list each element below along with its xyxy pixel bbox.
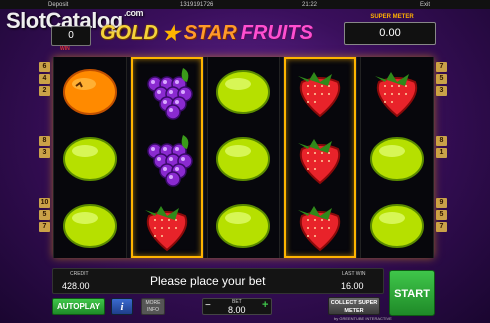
super-meter-label: SUPER METER [370, 14, 414, 20]
payline-marker: 7 [39, 222, 50, 232]
paylines-right: 7 5 3 8 1 9 5 7 [436, 62, 450, 234]
payline-marker: 4 [39, 74, 50, 84]
lime-symbol [208, 57, 280, 124]
bet-value: 8.00 [228, 305, 246, 315]
payline-marker: 2 [39, 86, 50, 96]
payline-marker: 3 [436, 86, 447, 96]
payline-marker: 7 [436, 222, 447, 232]
super-meter-value: 0.00 [344, 22, 436, 45]
info-button[interactable]: i [111, 298, 133, 315]
exit-link[interactable]: Exit [420, 2, 430, 8]
lime-symbol [361, 191, 433, 258]
orange-symbol [54, 57, 126, 124]
reel [53, 57, 127, 258]
reel [283, 57, 358, 258]
credit-value: 428.00 [62, 281, 90, 291]
grapes-symbol [131, 57, 203, 124]
strawberry-symbol [284, 191, 356, 258]
reel [360, 57, 434, 258]
strawberry-symbol [361, 57, 433, 124]
credit-label: CREDIT [70, 271, 89, 277]
payline-marker: 8 [39, 136, 50, 146]
deposit-link[interactable]: Deposit [48, 2, 68, 8]
more-info-button[interactable]: MORE INFO [141, 298, 165, 315]
bet-decrease-button[interactable]: − [205, 301, 211, 311]
win-display: 0 [51, 26, 91, 46]
lime-symbol [208, 124, 280, 191]
game-logo: GOLD ★ STAR FRUITS [100, 20, 340, 46]
star-icon: ★ [161, 22, 180, 45]
bet-increase-button[interactable]: + [262, 300, 268, 311]
payline-marker: 9 [436, 198, 447, 208]
reel [129, 57, 204, 258]
collect-super-meter-button[interactable]: COLLECT SUPER METER [328, 297, 380, 315]
lime-symbol [208, 191, 280, 258]
status-message: Please place your bet [150, 274, 266, 288]
watermark-suffix: .com [124, 8, 144, 18]
lime-symbol [54, 124, 126, 191]
strawberry-symbol [284, 57, 356, 124]
autoplay-button[interactable]: AUTOPLAY [52, 298, 105, 315]
last-win-value: 16.00 [341, 281, 364, 291]
payline-marker: 5 [436, 74, 447, 84]
brand-credit: by GREENTUBE INTERACTIVE [334, 316, 392, 321]
payline-marker: 5 [436, 210, 447, 220]
lime-symbol [361, 124, 433, 191]
logo-word-star: STAR [183, 21, 237, 44]
last-win-label: LAST WIN [342, 271, 366, 277]
logo-word-gold: GOLD [100, 21, 158, 44]
win-tag: WIN [60, 46, 70, 52]
strawberry-symbol [284, 124, 356, 191]
strawberry-symbol [131, 191, 203, 258]
payline-marker: 8 [436, 136, 447, 146]
payline-marker: 6 [39, 62, 50, 72]
payline-marker: 3 [39, 148, 50, 158]
clock: 21:22 [302, 1, 318, 8]
reel [206, 57, 281, 258]
logo-word-fruits: FRUITS [240, 21, 313, 44]
payline-marker: 5 [39, 210, 50, 220]
reels-area [53, 57, 434, 258]
session-id: 1319191726 [180, 1, 214, 8]
payline-marker: 7 [436, 62, 447, 72]
payline-marker: 1 [436, 148, 447, 158]
start-button[interactable]: START [389, 270, 435, 316]
lime-symbol [54, 191, 126, 258]
paylines-left: 6 4 2 8 3 10 5 7 [39, 62, 53, 234]
payline-marker: 10 [39, 198, 50, 208]
grapes-symbol [131, 124, 203, 191]
